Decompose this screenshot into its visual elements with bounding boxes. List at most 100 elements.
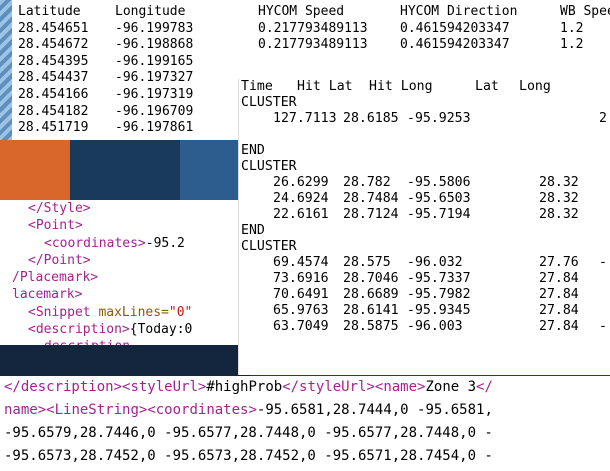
cluster-hit-long: -95.7337 <box>407 271 471 286</box>
table-header-row: Latitude Longitude HYCOM Speed HYCOM Dir… <box>0 4 610 21</box>
code-line: <coordinates>-95.2 <box>0 235 250 252</box>
cluster-hit-lat: 28.6689 <box>343 287 399 302</box>
cluster-hit-long: -96.032 <box>407 255 463 270</box>
cluster-time: 63.7049 <box>273 319 329 334</box>
cluster-header-hit-lat: Hit Lat <box>297 79 353 94</box>
cell-latitude: 28.451719 <box>18 120 89 136</box>
cluster-line: CLUSTER <box>239 95 610 111</box>
cluster-line: END <box>239 223 610 239</box>
cell-latitude: 28.454166 <box>18 86 89 102</box>
cluster-lat: 27.84 <box>539 303 579 318</box>
cluster-time: 22.6161 <box>273 207 329 222</box>
xml-text: {Today:0 <box>129 322 193 338</box>
cluster-hit-lat: 28.6185 <box>343 111 399 126</box>
cell-hycom-direction: 0.461594203347 <box>400 20 510 36</box>
xml-tag: <styleUrl> <box>122 379 207 395</box>
cluster-line: 24.6924 28.7484 -95.6503 28.32 <box>239 191 610 207</box>
table-row: 28.454395 -96.199165 <box>0 54 610 71</box>
cell-hycom-direction: 0.461594203347 <box>400 37 510 53</box>
cluster-hit-long: -95.5806 <box>407 175 471 190</box>
xml-tag: <LineString> <box>46 402 148 418</box>
code-line: </Style> <box>0 200 250 217</box>
cluster-lat: 27.84 <box>539 319 579 334</box>
cluster-hit-lat: 28.7484 <box>343 191 399 206</box>
code-line: <Snippet maxLines="0" <box>0 304 250 321</box>
xml-text: #highProb <box>206 379 283 395</box>
cluster-hit-long: -95.9345 <box>407 303 471 318</box>
cluster-hit-lat: 28.6141 <box>343 303 399 318</box>
xml-tag: </Style> <box>28 201 91 216</box>
cluster-hit-lat: 28.7124 <box>343 207 399 222</box>
cell-wb-speed: 1.2 <box>560 37 584 53</box>
cluster-hit-long: -96.003 <box>407 319 463 334</box>
code-line: description <box>0 338 250 345</box>
cluster-hit-long: -95.6503 <box>407 191 471 206</box>
xml-text: Zone 3 <box>425 379 477 395</box>
cluster-lat: 27.76 <box>539 255 579 270</box>
cluster-line: CLUSTER <box>239 159 610 175</box>
cell-longitude: -96.199165 <box>115 53 194 69</box>
table-row: 28.454672 -96.198868 0.217793489113 0.46159… <box>0 37 610 54</box>
code-line: -95.6579,28.7446,0 -95.6577,28.7448,0 -9… <box>0 422 610 445</box>
cell-longitude: -96.199783 <box>115 20 194 36</box>
cluster-hit-long: -95.9253 <box>407 111 471 126</box>
cell-latitude: 28.454672 <box>18 37 89 53</box>
xml-attribute: maxLines= <box>98 304 169 320</box>
code-line: </description><styleUrl>#highProb</style… <box>0 376 610 399</box>
cell-latitude: 28.454437 <box>18 70 89 86</box>
code-line: </Point> <box>0 252 250 269</box>
xml-tag: <description> <box>28 322 130 338</box>
cluster-header-row: Time Hit Lat Hit Long Lat Long <box>239 79 610 95</box>
cluster-line: 63.7049 28.5875 -96.003 27.84 - <box>239 319 610 335</box>
table-row: 28.454651 -96.199783 0.217793489113 0.46159… <box>0 21 610 38</box>
xml-tag: <Point> <box>28 218 83 234</box>
xml-text: -95.6581,28.7444,0 -95.6581, <box>256 402 493 418</box>
column-header-latitude: Latitude <box>18 4 81 19</box>
xml-tag: </description> <box>4 379 123 395</box>
cluster-marker: CLUSTER <box>241 239 297 254</box>
cluster-time: 24.6924 <box>273 191 329 206</box>
xml-tag: <name> <box>374 379 426 395</box>
cluster-lat: 27.84 <box>539 271 579 286</box>
cluster-header-time: Time <box>241 79 273 94</box>
xml-tag: <coordinates> <box>147 402 257 418</box>
cell-longitude: -96.198868 <box>115 37 194 53</box>
cell-latitude: 28.454651 <box>18 20 89 36</box>
cell-hycom-speed: 0.217793489113 <box>258 20 368 36</box>
column-header-hycom-direction: HYCOM Direction <box>400 4 518 19</box>
xml-tag: lacemark> <box>12 287 83 303</box>
cluster-line: 73.6916 28.7046 -95.7337 27.84 <box>239 271 610 287</box>
cluster-list: CLUSTER 127.7113 28.6185 -95.9253 2 END CLUSTE… <box>239 95 610 335</box>
column-header-hycom-speed: HYCOM Speed <box>258 4 345 19</box>
cluster-output-window: Time Hit Lat Hit Long Lat Long CLUSTER 12… <box>238 79 610 375</box>
xml-attribute-value: "0" <box>168 304 193 320</box>
cluster-time: 69.4574 <box>273 255 329 270</box>
xml-tag: <Snippet <box>28 304 99 320</box>
cluster-line: 127.7113 28.6185 -95.9253 2 <box>239 111 610 127</box>
cell-latitude: 28.454395 <box>18 53 89 69</box>
xml-text: -95.6573,28.7452,0 -95.6573,28.7452,0 -9… <box>4 448 493 464</box>
cluster-long: - <box>599 255 607 270</box>
code-line: <description>{Today:0 <box>0 321 250 338</box>
cluster-hit-lat: 28.575 <box>343 255 391 270</box>
code-line: -95.6573,28.7452,0 -95.6573,28.7452,0 -9… <box>0 445 610 468</box>
cell-latitude: 28.454182 <box>18 103 89 119</box>
kml-description-window: </description><styleUrl>#highProb</style… <box>0 376 610 471</box>
cluster-line: END <box>239 143 610 159</box>
cluster-header-lat: Lat <box>475 79 499 94</box>
xml-text: -95.2 <box>145 235 185 251</box>
cluster-time: 26.6299 <box>273 175 329 190</box>
code-line: lacemark> <box>0 286 250 303</box>
cluster-long: - <box>599 319 607 334</box>
cluster-marker: END <box>241 223 265 238</box>
cell-longitude: -96.197327 <box>115 70 194 86</box>
cluster-line: 22.6161 28.7124 -95.7194 28.32 <box>239 207 610 223</box>
cell-longitude: -96.197319 <box>115 86 194 102</box>
cluster-line: CLUSTER <box>239 239 610 255</box>
column-header-longitude: Longitude <box>115 4 186 19</box>
cell-longitude: -96.196709 <box>115 103 194 119</box>
xml-tag: </ <box>476 379 493 395</box>
code-line: /Placemark> <box>0 269 250 286</box>
column-header-wb-speed: WB Spee <box>560 4 610 19</box>
cluster-marker: END <box>241 143 265 158</box>
